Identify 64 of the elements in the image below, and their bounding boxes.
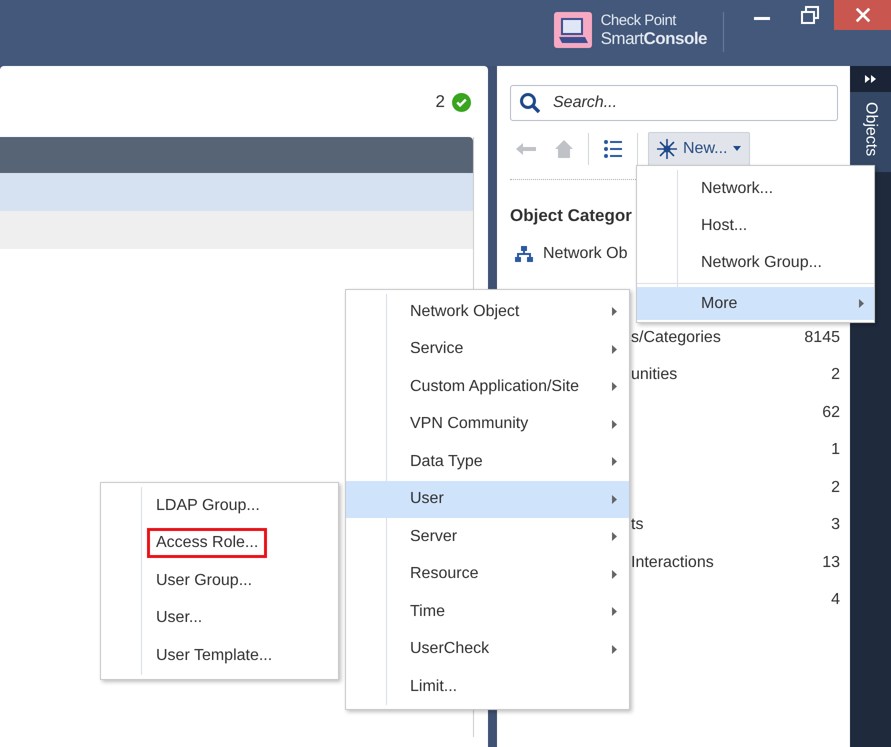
menu-item[interactable]: Data Type (346, 443, 629, 480)
category-count: 2 (831, 478, 840, 497)
submenu-arrow-icon (612, 607, 617, 616)
category-count: 2 (831, 366, 840, 384)
menu-item[interactable]: Server (346, 518, 629, 556)
category-count: 3 (831, 516, 840, 534)
category-count: 8145 (804, 328, 840, 347)
menu-item[interactable]: Access Role... (147, 528, 268, 558)
submenu-arrow-icon (612, 307, 617, 316)
close-button[interactable] (834, 0, 891, 30)
submenu-arrow-icon (612, 382, 617, 392)
menu-item[interactable]: Network Object (346, 293, 629, 330)
menu-item[interactable]: Time (346, 593, 629, 630)
caret-icon (733, 146, 742, 152)
category-item[interactable]: Interactions (631, 554, 714, 572)
submenu-arrow-icon (612, 494, 617, 504)
submenu-arrow-icon (859, 299, 864, 308)
menu-item[interactable]: VPN Community (346, 406, 629, 443)
menu-item[interactable]: Service (346, 330, 629, 368)
search-field[interactable]: Search... (510, 85, 838, 121)
close-icon (854, 6, 872, 24)
category-count: 13 (822, 554, 840, 572)
menu-item[interactable]: Host... (637, 207, 874, 244)
section-title: Object Categor (510, 206, 632, 227)
menu-item[interactable]: User... (147, 603, 212, 634)
category-item[interactable]: unities (631, 366, 678, 384)
menu-item[interactable]: UserCheck (346, 630, 629, 668)
menu-item[interactable]: User (346, 480, 629, 518)
submenu-arrow-icon (612, 570, 617, 579)
category-item[interactable]: ts (631, 516, 644, 534)
side-tab[interactable]: Objects (850, 92, 891, 172)
submenu-arrow-icon (612, 532, 617, 542)
restore-icon (800, 5, 820, 25)
menu-item[interactable]: Limit... (346, 668, 629, 706)
menu-item[interactable]: More (637, 287, 874, 320)
submenu-arrow-icon (612, 420, 617, 429)
double-arrow-icon (864, 75, 876, 83)
submenu-arrow-icon (612, 344, 617, 354)
menu-item[interactable]: Resource (346, 556, 629, 593)
category-item[interactable]: s/Categories (631, 328, 721, 347)
menu-item[interactable]: LDAP Group... (147, 490, 269, 521)
menu-item[interactable]: Network Group... (637, 244, 874, 281)
category-item[interactable]: Network Ob (543, 245, 628, 263)
submenu-arrow-icon (612, 644, 617, 654)
category-count: 1 (831, 441, 840, 460)
logo-icon (554, 12, 592, 48)
list-icon (603, 139, 623, 159)
category-count: 4 (831, 591, 840, 610)
minimize-icon (754, 16, 770, 20)
new-button[interactable]: New... (648, 132, 750, 166)
back-arrow-icon (515, 142, 537, 156)
category-count: 62 (822, 404, 840, 422)
expand-button[interactable] (850, 66, 891, 92)
status-count: 2 (436, 92, 445, 112)
product-name: SmartConsole (600, 29, 707, 49)
menu-item[interactable]: Custom Application/Site (346, 368, 629, 406)
home-icon (554, 139, 574, 159)
brand-name: Check Point (600, 12, 678, 29)
submenu-arrow-icon (612, 457, 617, 466)
star-burst-icon (657, 139, 677, 159)
menu-item[interactable]: User Group... (147, 566, 262, 596)
menu-item[interactable]: Network... (637, 170, 874, 207)
network-icon (515, 246, 533, 262)
menu-item[interactable]: User Template... (147, 640, 282, 671)
